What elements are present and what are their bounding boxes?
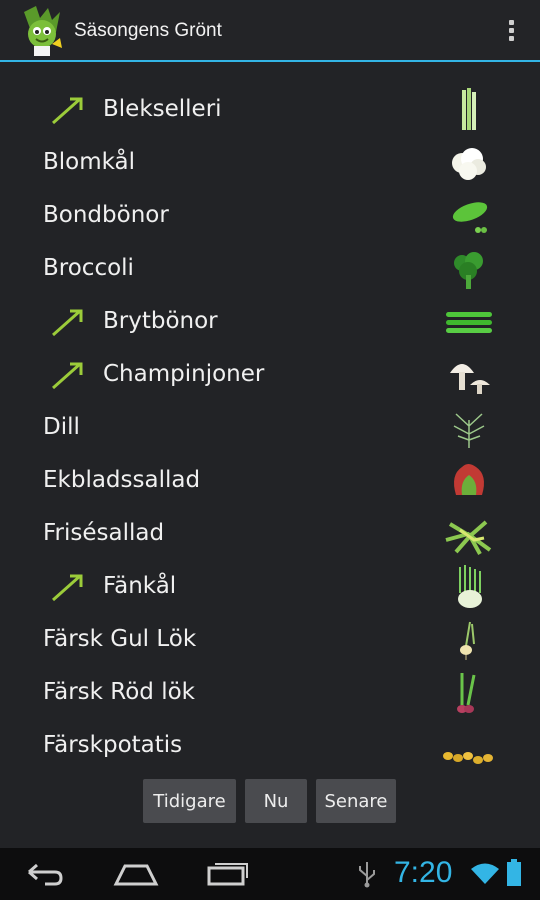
list-item-label: Champinjoner [103,361,265,387]
leek-character-icon [24,6,62,56]
list-item[interactable]: Blekselleri [0,83,540,136]
dill-icon [453,413,485,448]
fennel-icon [458,565,482,608]
celery-icon [462,88,476,130]
yellow-onion-icon [460,621,475,660]
new-potatoes-icon [443,752,493,764]
system-nav-bar: 7:20 [0,848,540,900]
list-item-label: Bondbönor [43,202,169,228]
wifi-icon [471,863,499,884]
action-bar: Säsongens Grönt [0,0,540,62]
list-item-label: Blomkål [43,149,136,175]
usb-icon [359,862,375,888]
broad-beans-icon [452,202,488,233]
broccoli-icon [454,252,483,289]
trend-up-arrow-icon [52,97,83,125]
app-title: Säsongens Grönt [74,20,222,41]
vegetable-list: Blekselleri Blomkål Bondbönor Broccoli Brytb… [0,62,540,774]
list-item[interactable]: Dill [0,401,540,454]
period-button-bar: Tidigare Nu Senare [0,776,540,826]
list-item[interactable]: Bondbönor [0,189,540,242]
list-item[interactable]: Frisésallad [0,507,540,560]
list-item[interactable]: Broccoli [0,242,540,295]
status-clock: 7:20 [394,856,453,889]
overflow-menu-icon[interactable] [504,18,518,46]
back-icon[interactable] [25,860,65,888]
list-item-label: Blekselleri [103,96,222,122]
oakleaf-lettuce-icon [454,464,484,495]
home-icon[interactable] [113,860,159,888]
list-item-label: Broccoli [43,255,134,281]
list-item[interactable]: Ekbladssallad [0,454,540,507]
earlier-button[interactable]: Tidigare [143,779,236,823]
red-onion-icon [457,673,476,713]
list-item-label: Färskpotatis [43,732,183,758]
list-item-label: Färsk Gul Lök [43,626,197,652]
cauliflower-icon [452,148,486,180]
mushroom-icon [450,364,490,394]
frisee-icon [445,520,492,555]
list-item[interactable]: Champinjoner [0,348,540,401]
later-button[interactable]: Senare [316,779,396,823]
battery-icon [507,859,521,886]
list-item-label: Fänkål [103,573,177,599]
list-item-label: Ekbladssallad [43,467,201,493]
list-item-label: Frisésallad [43,520,165,546]
list-item[interactable]: Blomkål [0,136,540,189]
list-item-label: Färsk Röd lök [43,679,195,705]
list-item[interactable]: Färsk Röd lök [0,666,540,719]
list-item-label: Brytbönor [103,308,218,334]
now-button[interactable]: Nu [245,779,307,823]
list-item[interactable]: Färskpotatis [0,719,540,772]
green-beans-icon [446,312,492,333]
trend-up-arrow-icon [52,309,83,337]
list-item[interactable]: Färsk Gul Lök [0,613,540,666]
trend-up-arrow-icon [52,574,83,602]
list-item[interactable]: Fänkål [0,560,540,613]
list-item-label: Dill [43,414,80,440]
list-item[interactable]: Brytbönor [0,295,540,348]
trend-up-arrow-icon [52,362,83,390]
recents-icon[interactable] [205,860,249,888]
